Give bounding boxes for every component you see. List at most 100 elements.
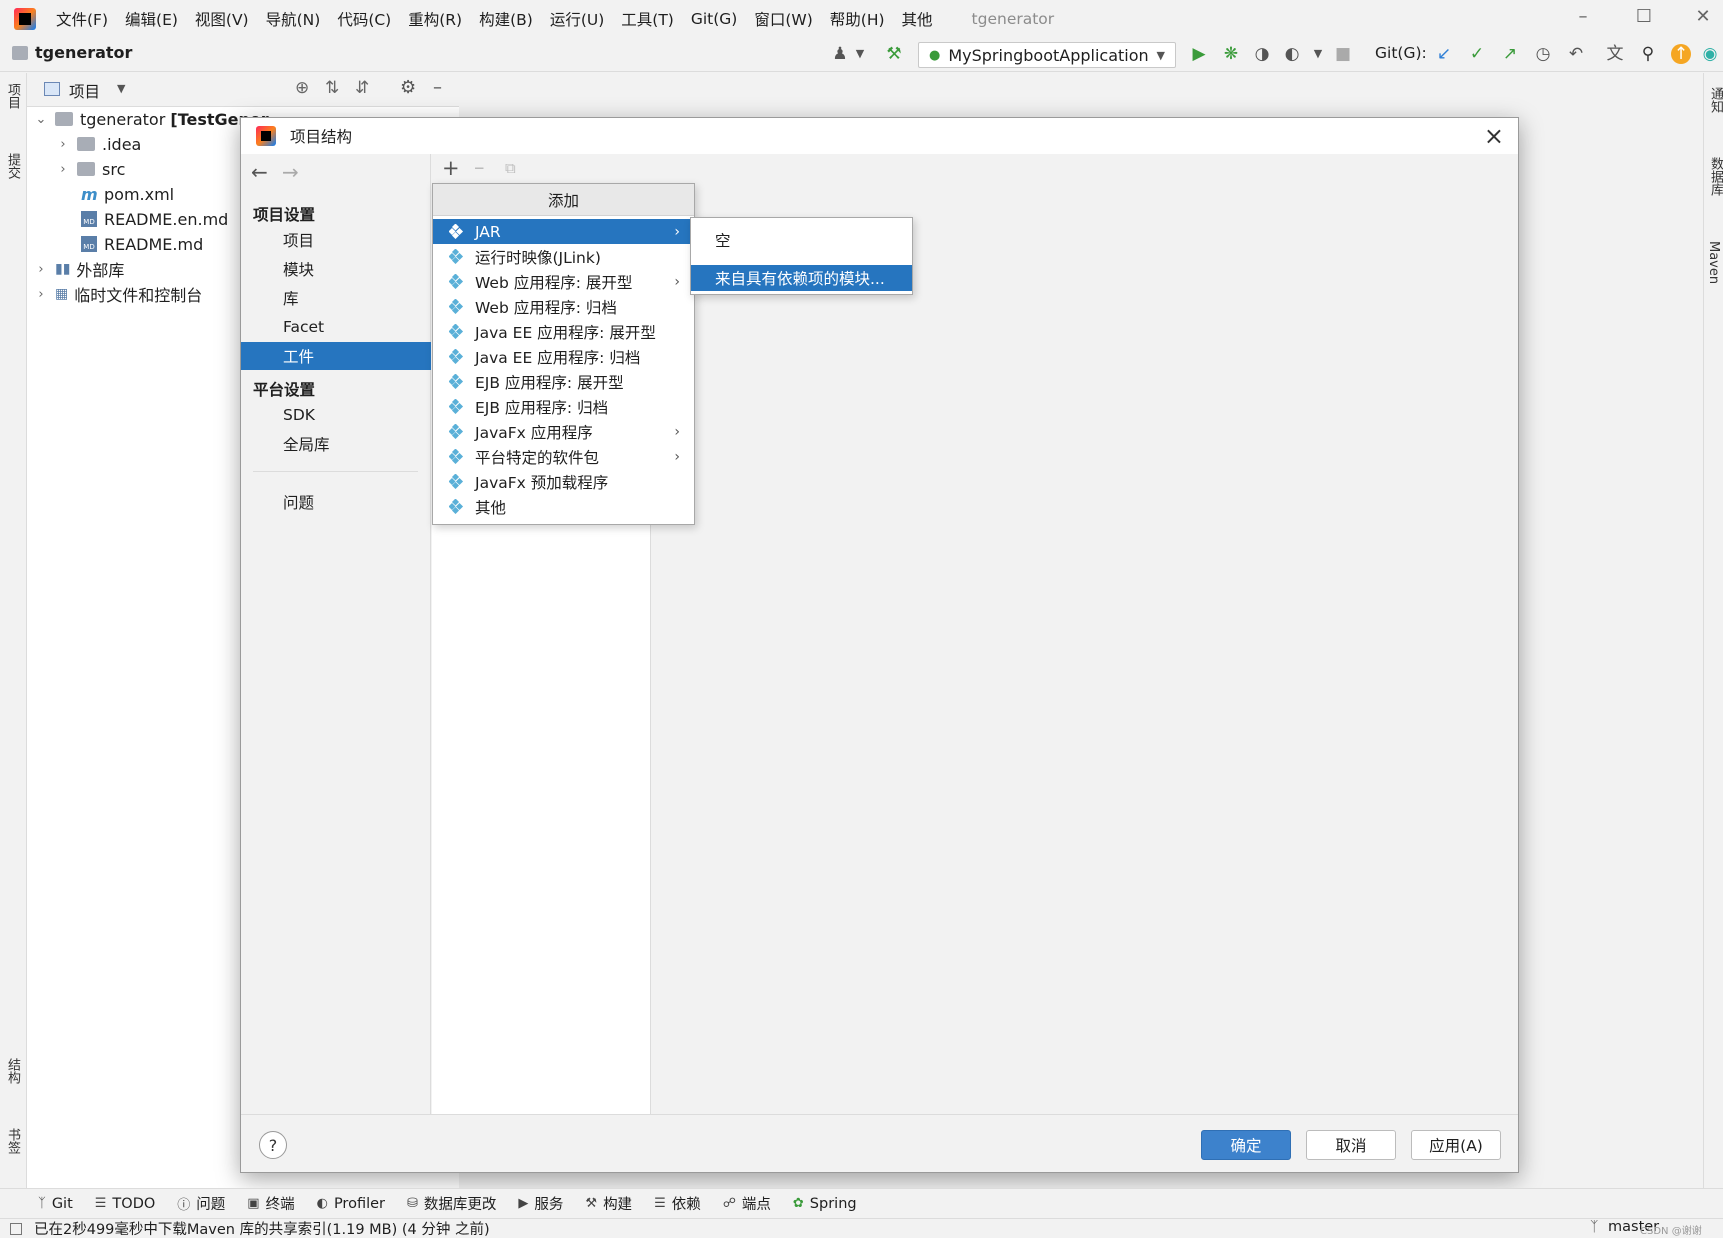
close-icon[interactable]: × [1484,122,1504,150]
nav-item-problems[interactable]: 问题 [241,488,431,516]
tree-row-idea[interactable]: › .idea [57,132,141,156]
tree-row-external-libs[interactable]: › ▮▮ 外部库 [35,257,124,281]
bottom-tab-problems[interactable]: ⓘ 问题 [177,1193,225,1214]
help-button[interactable]: ? [259,1131,287,1159]
menu-code[interactable]: 代码(C) [337,8,391,30]
tree-row-root[interactable]: ⌄ tgenerator [TestGener [35,107,269,131]
ok-button[interactable]: 确定 [1201,1130,1291,1160]
git-rollback-icon[interactable]: ↶ [1566,44,1586,64]
tool-tab-structure[interactable]: 结构 [3,1058,22,1084]
plugin-icon[interactable]: ◉ [1700,44,1720,64]
nav-item-project[interactable]: 项目 [241,226,431,254]
hide-panel-icon[interactable]: – [433,77,442,98]
popup-item-other[interactable]: 其他 [433,494,694,519]
submenu-item-from-module[interactable]: 来自具有依赖项的模块... [691,265,912,291]
stop-icon[interactable]: ■ [1333,44,1353,64]
popup-item-web-exploded[interactable]: Web 应用程序: 展开型 › [433,269,694,294]
maximize-icon[interactable]: ☐ [1629,6,1659,32]
tool-tab-project[interactable]: 项目 [3,83,22,109]
status-toggle-icon[interactable] [10,1222,22,1235]
tree-row-readme[interactable]: MD README.md [81,232,203,256]
menu-view[interactable]: 视图(V) [195,8,249,30]
menu-edit[interactable]: 编辑(E) [125,8,178,30]
menu-refactor[interactable]: 重构(R) [408,8,462,30]
chevron-right-icon[interactable]: › [35,287,47,302]
cancel-button[interactable]: 取消 [1306,1130,1396,1160]
add-icon[interactable]: + [442,156,460,180]
popup-item-javaee-exploded[interactable]: Java EE 应用程序: 展开型 [433,319,694,344]
nav-item-facets[interactable]: Facet [241,313,431,341]
popup-item-jlink[interactable]: 运行时映像(JLink) [433,244,694,269]
bottom-tab-profiler[interactable]: ◐ Profiler [317,1196,385,1212]
chevron-right-icon[interactable]: › [57,162,69,177]
locate-icon[interactable]: ⊕ [295,78,309,98]
nav-item-libraries[interactable]: 库 [241,284,431,312]
menu-git[interactable]: Git(G) [691,10,738,28]
nav-item-artifacts[interactable]: 工件 [241,342,431,370]
chevron-right-icon[interactable]: › [57,137,69,152]
tree-row-scratches[interactable]: › ▦ 临时文件和控制台 [35,282,202,306]
bottom-tab-endpoints[interactable]: ☍ 端点 [723,1193,771,1214]
user-icon[interactable]: ♟ [830,44,850,64]
nav-item-sdk[interactable]: SDK [241,401,431,429]
intellij-logo-icon[interactable] [14,8,36,30]
bottom-tab-services[interactable]: ▶ 服务 [518,1193,563,1214]
bottom-tab-dependencies[interactable]: ☰ 依赖 [654,1193,701,1214]
build-hammer-icon[interactable]: ⚒ [884,44,904,64]
gear-icon[interactable]: ⚙ [400,77,416,98]
git-push-icon[interactable]: ↗ [1500,44,1520,64]
git-history-icon[interactable]: ◷ [1533,44,1553,64]
popup-item-platform-package[interactable]: 平台特定的软件包 › [433,444,694,469]
search-icon[interactable]: ⚲ [1638,44,1658,64]
menu-other[interactable]: 其他 [902,8,933,30]
debug-icon[interactable]: ❋ [1221,44,1241,64]
tool-tab-bookmarks[interactable]: 书签 [3,1128,22,1154]
tree-row-pom[interactable]: m pom.xml [81,182,174,206]
project-breadcrumb[interactable]: tgenerator [35,43,132,62]
profile-icon[interactable]: ◐ [1282,44,1302,64]
minimize-icon[interactable]: – [1568,6,1598,32]
git-commit-icon[interactable]: ✓ [1467,44,1487,64]
popup-item-web-archive[interactable]: Web 应用程序: 归档 [433,294,694,319]
chevron-down-icon[interactable]: ⌄ [35,112,47,127]
collapse-all-icon[interactable]: ⇵ [355,78,369,98]
bottom-tab-db-changes[interactable]: ⛁ 数据库更改 [407,1193,496,1214]
expand-all-icon[interactable]: ⇅ [325,78,339,98]
chevron-down-icon[interactable]: ▼ [117,82,125,95]
git-update-icon[interactable]: ↙ [1434,44,1454,64]
bottom-tab-terminal[interactable]: ▣ 终端 [247,1193,294,1214]
menu-tools[interactable]: 工具(T) [621,8,674,30]
menu-window[interactable]: 窗口(W) [754,8,812,30]
update-icon[interactable]: ↑ [1671,44,1691,64]
menu-help[interactable]: 帮助(H) [830,8,885,30]
remove-icon[interactable]: – [474,155,485,179]
back-arrow-icon[interactable]: ← [251,160,268,184]
tool-tab-database[interactable]: 数据库 [1706,157,1723,196]
tool-tab-commit[interactable]: 提交 [3,153,22,179]
menu-navigate[interactable]: 导航(N) [266,8,321,30]
nav-item-global-libraries[interactable]: 全局库 [241,430,431,458]
popup-item-javafx-app[interactable]: JavaFx 应用程序 › [433,419,694,444]
tree-row-src[interactable]: › src [57,157,125,181]
bottom-tab-build[interactable]: ⚒ 构建 [585,1193,632,1214]
close-window-icon[interactable]: ✕ [1688,6,1718,32]
tree-row-readme-en[interactable]: MD README.en.md [81,207,228,231]
run-icon[interactable]: ▶ [1189,44,1209,64]
popup-item-javafx-preloader[interactable]: JavaFx 预加载程序 [433,469,694,494]
submenu-item-empty[interactable]: 空 [691,227,912,253]
user-dropdown-icon[interactable]: ▼ [850,44,870,64]
chevron-right-icon[interactable]: › [35,262,47,277]
more-run-dropdown-icon[interactable]: ▼ [1308,44,1328,64]
popup-item-ejb-exploded[interactable]: EJB 应用程序: 展开型 [433,369,694,394]
menu-build[interactable]: 构建(B) [479,8,533,30]
apply-button[interactable]: 应用(A) [1411,1130,1501,1160]
translate-icon[interactable]: 文 [1605,44,1625,64]
project-view-label[interactable]: 项目 [69,80,100,102]
bottom-tab-git[interactable]: ᛉ Git [38,1196,73,1212]
tool-tab-maven[interactable]: Maven [1706,241,1721,284]
popup-item-jar[interactable]: JAR › [433,219,694,244]
popup-item-ejb-archive[interactable]: EJB 应用程序: 归档 [433,394,694,419]
coverage-icon[interactable]: ◑ [1252,44,1272,64]
bottom-tab-spring[interactable]: ✿ Spring [793,1196,857,1212]
menu-run[interactable]: 运行(U) [550,8,604,30]
